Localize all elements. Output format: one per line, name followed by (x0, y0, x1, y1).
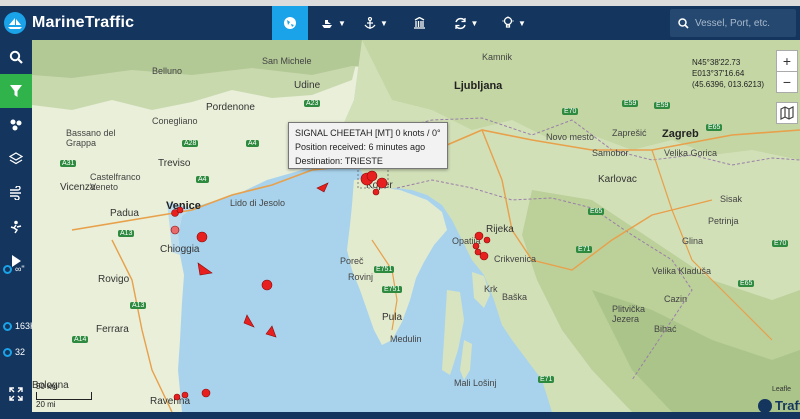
chevron-down-icon: ▼ (470, 18, 479, 28)
map-canvas[interactable]: Ljubljana Zagreb Venice Udine Belluno Po… (32, 40, 800, 412)
left-sidebar: ∞" 163K 32 (0, 40, 36, 419)
vessel-marker[interactable] (261, 279, 273, 291)
sidebar-routes-button[interactable] (0, 210, 32, 244)
routes-icon (10, 220, 22, 234)
globe-icon (284, 17, 296, 29)
vessel-marker[interactable] (474, 231, 484, 241)
stat-refresh-label: ∞" (15, 264, 25, 274)
gear-icon (3, 347, 12, 357)
search-box[interactable] (670, 9, 796, 37)
nav-ports-menu[interactable]: ▼ (358, 6, 394, 40)
vessel-marker[interactable] (479, 251, 489, 261)
sidebar-fullscreen-button[interactable] (0, 377, 32, 411)
vessel-marker[interactable] (372, 188, 380, 196)
nav-sync-menu[interactable]: ▼ (448, 6, 484, 40)
search-icon (9, 50, 23, 64)
sidebar-stat-refresh[interactable]: ∞" (0, 256, 32, 282)
vessels-icon (3, 321, 12, 331)
vessel-marker[interactable] (483, 236, 491, 244)
vessel-marker[interactable] (474, 248, 482, 256)
vessel-marker[interactable] (472, 242, 480, 250)
fullscreen-icon (9, 387, 23, 401)
app-title: MarineTraffic (32, 14, 135, 31)
sidebar-weather-button[interactable] (0, 176, 32, 210)
vessel-tooltip: SIGNAL CHEETAH [MT] 0 knots / 0° Positio… (288, 122, 448, 169)
sync-icon (454, 17, 466, 29)
app-logo[interactable]: MarineTraffic (4, 6, 134, 40)
vessel-marker[interactable] (176, 206, 184, 214)
scale-km-label: 50 km (36, 382, 58, 391)
vessel-marker[interactable] (197, 262, 213, 276)
sidebar-search-button[interactable] (0, 40, 32, 74)
filter-icon (10, 85, 22, 97)
map-type-button[interactable] (776, 102, 798, 124)
nav-insights-menu[interactable]: ▼ (496, 6, 532, 40)
sidebar-stat-vessels[interactable]: 163K (0, 313, 36, 339)
chevron-down-icon: ▼ (380, 18, 388, 28)
scale-mi-label: 20 mi (36, 400, 56, 409)
map-icon (780, 106, 794, 120)
vessel-marker[interactable] (173, 393, 181, 401)
stat-settings-count: 32 (15, 347, 26, 357)
vessel-marker[interactable] (366, 170, 378, 182)
nav-companies-button[interactable] (404, 6, 434, 40)
vessel-marker[interactable] (196, 231, 208, 243)
nav-vessels-menu[interactable]: ▼ (315, 6, 351, 40)
map-scale: 50 km 20 mi (36, 382, 92, 409)
zoom-in-button[interactable]: + (776, 50, 798, 72)
chevron-down-icon: ▼ (338, 18, 346, 28)
search-input[interactable] (695, 17, 795, 29)
marinetraffic-watermark: Traffic (758, 398, 800, 412)
chevron-down-icon: ▼ (518, 18, 526, 28)
sync-icon (3, 264, 12, 274)
sidebar-stat-settings[interactable]: 32 (0, 339, 32, 365)
top-navbar: MarineTraffic ▼ ▼ ▼ ▼ (0, 6, 800, 40)
vessel-marker[interactable] (201, 388, 211, 398)
vessel-marker[interactable] (376, 177, 388, 189)
ship-icon (322, 20, 333, 28)
sidebar-filter-button[interactable] (0, 74, 32, 108)
anchor-icon (364, 16, 376, 29)
vessel-marker[interactable] (243, 314, 255, 328)
nav-live-map-button[interactable] (272, 6, 308, 40)
bulb-icon (502, 16, 514, 28)
coord-lon: E013°37'16.64 (692, 69, 745, 78)
clusters-icon (10, 119, 22, 131)
layers-icon (9, 152, 23, 165)
coord-decimal: (45.6396, 013.6213) (692, 80, 765, 89)
vessel-marker[interactable] (265, 325, 277, 338)
coord-lat: N45°38'22.73 (692, 58, 741, 67)
cursor-coordinates: N45°38'22.73 E013°37'16.64 (45.6396, 013… (692, 57, 764, 90)
sidebar-clusters-button[interactable] (0, 108, 32, 142)
vessel-marker[interactable] (181, 391, 189, 399)
tooltip-destination-line: Destination: TRIESTE (295, 156, 383, 166)
scale-bar (36, 392, 92, 400)
marinetraffic-logo-icon (4, 12, 26, 34)
tooltip-position-line: Position received: 6 minutes ago (295, 142, 426, 152)
vessel-marker[interactable] (170, 225, 180, 235)
sidebar-layers-button[interactable] (0, 142, 32, 176)
zoom-out-button[interactable]: − (776, 71, 798, 93)
vessel-marker[interactable] (316, 182, 329, 193)
building-icon (413, 17, 425, 29)
marinetraffic-logo-icon (758, 398, 772, 412)
bottom-bar (0, 412, 800, 419)
wind-icon (10, 186, 21, 200)
tooltip-vessel-line: SIGNAL CHEETAH [MT] 0 knots / 0° (295, 128, 441, 138)
watermark-text: Traffic (775, 398, 800, 412)
leaflet-attribution[interactable]: Leafle (772, 386, 791, 393)
search-icon (678, 17, 689, 29)
